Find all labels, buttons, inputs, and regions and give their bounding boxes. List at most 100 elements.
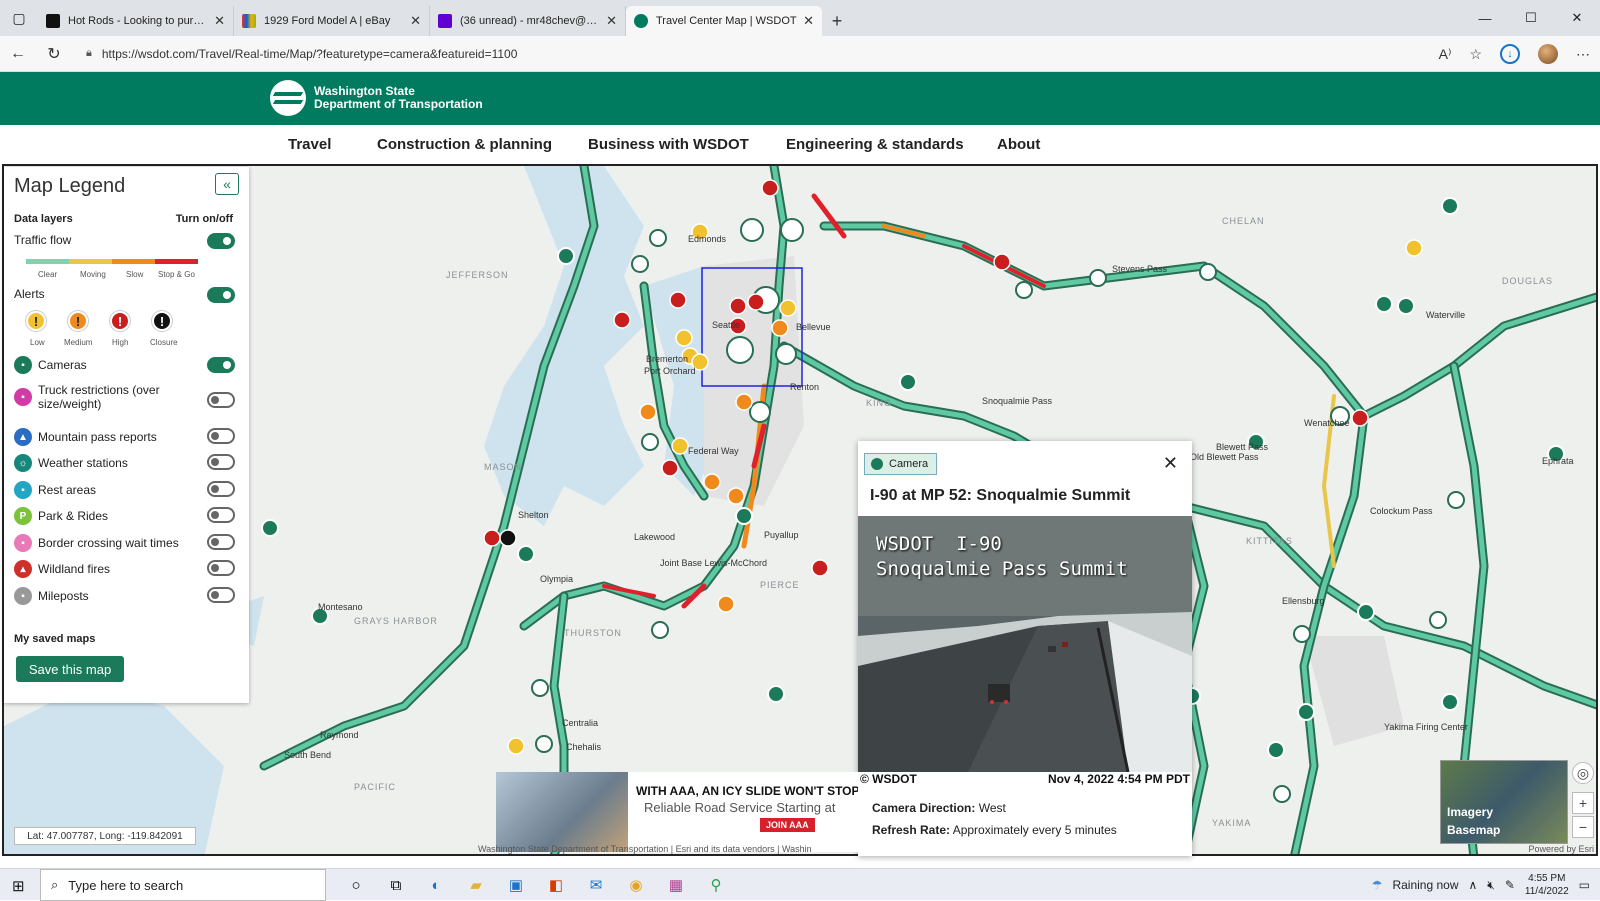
camera-image[interactable]: WSDOT I-90 Snoqualmie Pass Summit	[858, 516, 1192, 772]
taskbar-search-input[interactable]: ⌕ Type here to search	[40, 869, 326, 901]
read-aloud-icon[interactable]: A⁾	[1439, 46, 1452, 63]
favorite-icon[interactable]: ☆	[1469, 46, 1482, 63]
alert-low-label: Low	[30, 338, 45, 347]
camera-copyright: © WSDOT	[860, 772, 917, 786]
tab-title: Travel Center Map | WSDOT	[656, 15, 797, 27]
place-label: Snoqualmie Pass	[982, 396, 1053, 406]
tray-chevron-icon[interactable]: ∧	[1468, 878, 1477, 892]
minimize-icon[interactable]: —	[1462, 0, 1508, 36]
lock-icon[interactable]: 🔒︎	[86, 47, 92, 60]
nav-construction-planning[interactable]: Construction & planning	[377, 136, 552, 153]
wsdot-logo-icon	[270, 80, 306, 116]
nav-travel[interactable]: Travel	[288, 136, 331, 153]
camera-badge-label: Camera	[889, 458, 929, 470]
locate-icon[interactable]: ◎	[1572, 762, 1594, 784]
refresh-rate-value: Approximately every 5 minutes	[952, 823, 1117, 837]
truck-icon: ▪	[14, 388, 32, 406]
place-label: Port Orchard	[644, 366, 696, 376]
maps-icon[interactable]: ⚲	[696, 869, 736, 901]
basemap-label-line1: Imagery	[1447, 805, 1494, 819]
refresh-rate-label: Refresh Rate:	[872, 823, 951, 837]
alert-closure-label: Closure	[150, 338, 178, 347]
join-aaa-button[interactable]: JOIN AAA	[760, 818, 815, 832]
rest-areas-toggle[interactable]	[207, 481, 235, 497]
border-crossing-toggle[interactable]	[207, 534, 235, 550]
volume-icon[interactable]: 🔇︎	[1487, 878, 1495, 893]
notifications-icon[interactable]: ▭	[1579, 878, 1590, 892]
park-rides-toggle[interactable]	[207, 507, 235, 523]
weather-toggle[interactable]	[207, 454, 235, 470]
collapse-legend-icon[interactable]: «	[215, 173, 239, 195]
wsdot-logo[interactable]: Washington State Department of Transport…	[270, 80, 483, 116]
layer-label: Wildland fires	[38, 562, 111, 576]
more-icon[interactable]: ⋯	[1576, 46, 1590, 63]
mail-icon[interactable]: ✉	[576, 869, 616, 901]
truck-restrictions-toggle[interactable]	[207, 392, 235, 408]
weather-icon: ☼	[14, 454, 32, 472]
app-icon[interactable]: ▦	[656, 869, 696, 901]
tab-close-icon[interactable]: ✕	[214, 13, 225, 29]
traffic-flow-label: Traffic flow	[14, 233, 72, 247]
chrome-icon[interactable]: ◉	[616, 869, 656, 901]
place-label: Federal Way	[688, 446, 739, 456]
new-tab-button[interactable]: +	[822, 6, 852, 36]
place-label: Ellensburg	[1282, 596, 1325, 606]
nav-business-with-wsdot[interactable]: Business with WSDOT	[588, 136, 749, 153]
alerts-toggle[interactable]	[207, 287, 235, 303]
data-layers-label: Data layers	[14, 213, 73, 225]
tab-close-icon[interactable]: ✕	[410, 13, 421, 29]
nav-engineering-standards[interactable]: Engineering & standards	[786, 136, 964, 153]
zoom-out-icon[interactable]: −	[1572, 816, 1594, 838]
alert-high-icon: !	[110, 311, 130, 331]
browser-tab-active[interactable]: Travel Center Map | WSDOT ✕	[626, 6, 822, 36]
cortana-icon[interactable]: ○	[336, 869, 376, 901]
save-map-button[interactable]: Save this map	[16, 656, 124, 682]
task-view-icon[interactable]: ⧉	[376, 869, 416, 901]
camera-icon	[871, 458, 883, 470]
coordinate-readout: Lat: 47.007787, Long: -119.842091	[14, 827, 196, 845]
place-label: Wenatchee	[1304, 418, 1350, 428]
wildland-fires-toggle[interactable]	[207, 560, 235, 576]
tab-title: (36 unread) - mr48chev@yahoo.c	[460, 15, 600, 27]
layer-label: Cameras	[38, 358, 87, 372]
aaa-ad-banner[interactable]: WITH AAA, AN ICY SLIDE WON'T STOP Y Reli…	[496, 772, 858, 852]
tab-close-icon[interactable]: ✕	[803, 13, 814, 29]
store-icon[interactable]: ▣	[496, 869, 536, 901]
place-label: South Bend	[284, 750, 332, 760]
nav-about[interactable]: About	[997, 136, 1040, 153]
region-label: JEFFERSON	[446, 270, 509, 280]
cameras-toggle[interactable]	[207, 357, 235, 373]
browser-tab[interactable]: 1929 Ford Model A | eBay ✕	[234, 6, 430, 36]
zoom-in-icon[interactable]: +	[1572, 792, 1594, 814]
mileposts-toggle[interactable]	[207, 587, 235, 603]
download-icon[interactable]: ↓	[1500, 44, 1520, 64]
pen-icon[interactable]: ✎	[1505, 878, 1515, 892]
profile-avatar[interactable]	[1538, 44, 1558, 64]
back-icon[interactable]: ←	[0, 36, 36, 72]
imagery-basemap-toggle[interactable]: Imagery Basemap	[1440, 760, 1568, 844]
maximize-icon[interactable]: ☐	[1508, 0, 1554, 36]
reload-icon[interactable]: ↻	[36, 36, 72, 72]
tab-title: Hot Rods - Looking to purchase	[68, 15, 209, 27]
search-icon: ⌕	[51, 877, 59, 892]
weather-text[interactable]: Raining now	[1392, 878, 1458, 892]
close-popup-icon[interactable]: ✕	[1163, 453, 1178, 474]
windows-start-icon[interactable]: ⊞	[12, 877, 25, 895]
place-label: Chehalis	[566, 742, 602, 752]
tab-actions-icon[interactable]: ▢	[0, 0, 38, 36]
browser-tab[interactable]: (36 unread) - mr48chev@yahoo.c ✕	[430, 6, 626, 36]
url-field[interactable]: 🔒︎ https://wsdot.com/Travel/Real-time/Ma…	[86, 40, 1386, 68]
legend-row-traffic-flow: Traffic flow	[14, 233, 236, 247]
close-window-icon[interactable]: ✕	[1554, 0, 1600, 36]
edge-icon[interactable]: ◐	[416, 869, 456, 901]
taskbar-clock[interactable]: 4:55 PM 11/4/2022	[1525, 872, 1569, 898]
file-explorer-icon[interactable]: ▰	[456, 869, 496, 901]
mountain-pass-toggle[interactable]	[207, 428, 235, 444]
camera-direction-value: West	[978, 801, 1006, 815]
weather-icon[interactable]: ☂	[1372, 878, 1383, 892]
browser-tab[interactable]: Hot Rods - Looking to purchase ✕	[38, 6, 234, 36]
tab-favicon-icon	[634, 14, 648, 28]
tab-close-icon[interactable]: ✕	[606, 13, 617, 29]
traffic-flow-toggle[interactable]	[207, 233, 235, 249]
office-icon[interactable]: ◧	[536, 869, 576, 901]
